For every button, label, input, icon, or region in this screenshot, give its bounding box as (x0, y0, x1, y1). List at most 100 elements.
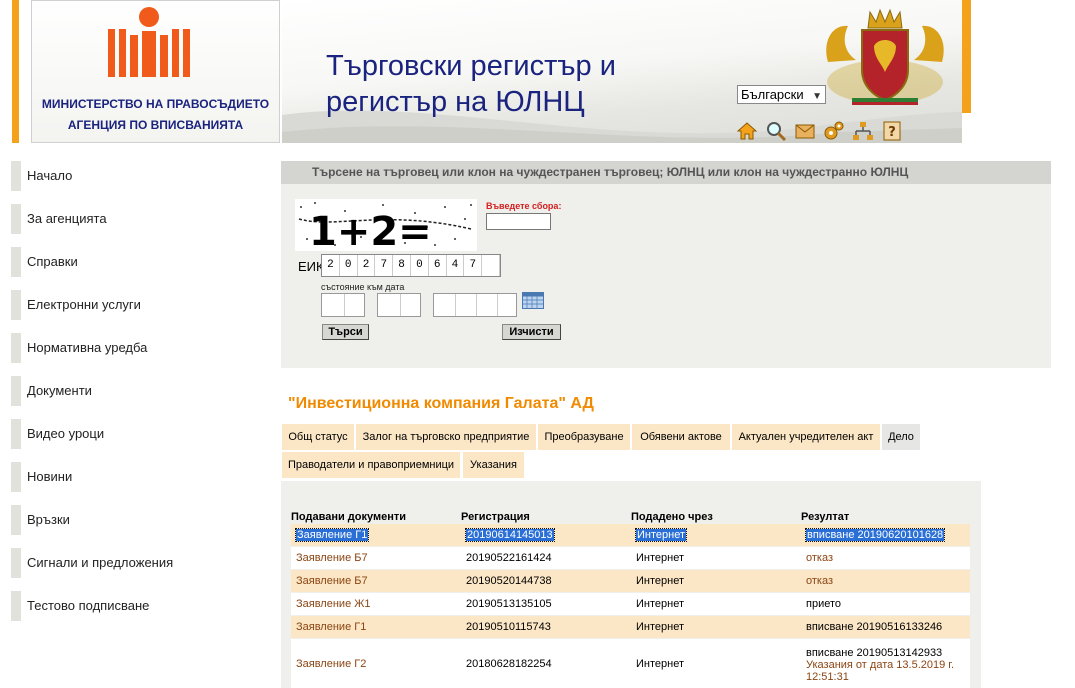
table-row: Заявление Г1 20190510115743 Интернет впи… (291, 616, 970, 638)
sidebar-item-legislation[interactable]: Нормативна уредба (11, 327, 271, 370)
document-link[interactable]: Заявление Г2 (296, 639, 366, 688)
submitted-via: Интернет (636, 552, 684, 564)
tab-general-status[interactable]: Общ статус (282, 424, 354, 450)
eik-input[interactable]: 2 0 2 7 8 0 6 4 7 (321, 254, 501, 277)
eik-digit: 0 (340, 255, 358, 276)
calendar-icon[interactable] (522, 292, 544, 309)
document-link[interactable]: Заявление Г1 (294, 528, 370, 542)
sidebar-item-label: За агенцията (27, 211, 107, 226)
tab-case[interactable]: Дело (882, 424, 920, 450)
column-header-submitted-via: Подадено чрез (631, 511, 713, 523)
tab-pledge[interactable]: Залог на търговско предприятие (356, 424, 536, 450)
svg-text:?: ? (888, 125, 896, 140)
org-name-agency: АГЕНЦИЯ ПО ВПИСВАНИЯТА (67, 118, 244, 132)
column-header-documents: Подавани документи (291, 511, 407, 523)
sidebar-item-marker (11, 161, 21, 191)
mail-icon[interactable] (794, 120, 816, 142)
date-month-input[interactable] (377, 293, 421, 317)
tab-instructions[interactable]: Указания (463, 452, 524, 478)
sidebar-item-marker (11, 505, 21, 535)
sidebar-item-label: Новини (27, 469, 73, 484)
result-multiline: вписване 20190513142933 Указания от дата… (806, 645, 954, 683)
tab-transformation[interactable]: Преобразуване (538, 424, 630, 450)
org-name-ministry: МИНИСТЕРСТВО НА ПРАВОСЪДИЕТО (41, 97, 270, 111)
date-year-input[interactable] (433, 293, 517, 317)
sidebar-item-about[interactable]: За агенцията (11, 198, 271, 241)
settings-icon[interactable] (823, 120, 845, 142)
chevron-down-icon: ▼ (812, 91, 822, 102)
sidebar-item-marker (11, 204, 21, 234)
sitemap-icon[interactable] (852, 120, 874, 142)
sidebar-item-label: Нормативна уредба (27, 340, 148, 355)
eik-digit (482, 255, 500, 276)
result-text: вписване 20190516133246 (806, 621, 943, 633)
eik-digit: 8 (393, 255, 411, 276)
result-link[interactable]: вписване 20190620101628 (804, 528, 946, 542)
registration-number: 20190614145013 (465, 528, 555, 542)
instructions-time: 12:51:31 (806, 670, 849, 683)
sidebar-item-reports[interactable]: Справки (11, 241, 271, 284)
sidebar-nav: Начало За агенцията Справки Електронни у… (11, 155, 271, 628)
document-link[interactable]: Заявление Ж1 (296, 593, 371, 615)
sidebar-item-marker (11, 419, 21, 449)
result-link[interactable]: отказ (806, 547, 966, 569)
company-name: "Инвестиционна компания Галата" АД (288, 395, 594, 412)
date-day-input[interactable] (321, 293, 365, 317)
table-row: Заявление Г1 20190614145013 Интернет впи… (291, 524, 970, 546)
document-link[interactable]: Заявление Б7 (296, 547, 368, 569)
tab-articles[interactable]: Актуален учредителен акт (732, 424, 880, 450)
sidebar-item-feedback[interactable]: Сигнали и предложения (11, 542, 271, 585)
tab-predecessors[interactable]: Праводатели и правоприемници (282, 452, 460, 478)
sidebar-item-marker (11, 247, 21, 277)
help-icon[interactable]: ? (881, 120, 903, 142)
result-link[interactable]: отказ (806, 570, 966, 592)
document-link[interactable]: Заявление Б7 (296, 570, 368, 592)
clear-button[interactable]: Изчисти (502, 324, 561, 340)
header-accent-bar-right (962, 0, 971, 113)
coat-of-arms-icon (826, 8, 944, 105)
state-date-label: състояние към дата (321, 282, 405, 292)
sidebar-item-label: Начало (27, 168, 73, 183)
column-header-result: Резултат (801, 511, 850, 523)
captcha-text: 1+2= (309, 209, 432, 251)
sidebar-item-links[interactable]: Връзки (11, 499, 271, 542)
registration-number: 20190510115743 (466, 621, 551, 633)
submitted-via: Интернет (636, 621, 684, 633)
captcha-image: 1+2= (295, 199, 477, 255)
home-icon[interactable] (736, 120, 758, 142)
sidebar-item-test-signing[interactable]: Тестово подписване (11, 585, 271, 628)
sidebar-item-label: Документи (27, 383, 92, 398)
document-link[interactable]: Заявление Г1 (296, 616, 366, 638)
table-row: Заявление Б7 20190520144738 Интернет отк… (291, 570, 970, 592)
column-header-registration: Регистрация (461, 511, 530, 523)
sidebar-item-video-lessons[interactable]: Видео уроци (11, 413, 271, 456)
sidebar-item-label: Справки (27, 254, 78, 269)
sidebar-item-label: Връзки (27, 512, 70, 527)
result-text: прието (806, 598, 842, 610)
language-select[interactable]: Български ▼ (737, 85, 826, 104)
search-heading: Търсене на търговец или клон на чуждестр… (312, 165, 909, 179)
sidebar-item-news[interactable]: Новини (11, 456, 271, 499)
table-row: Заявление Б7 20190522161424 Интернет отк… (291, 547, 970, 569)
captcha-input[interactable] (486, 213, 551, 230)
tab-announced-acts[interactable]: Обявени актове (632, 424, 730, 450)
registration-number: 20190520144738 (466, 575, 552, 587)
eik-digit: 4 (447, 255, 465, 276)
registration-number: 20190522161424 (466, 552, 552, 564)
eik-digit: 7 (464, 255, 483, 276)
eik-digit: 2 (322, 255, 340, 276)
submitted-via: Интернет (636, 598, 684, 610)
table-row: Заявление Г2 20180628182254 Интернет впи… (291, 639, 970, 688)
search-button[interactable]: Търси (322, 324, 369, 340)
eik-digit: 6 (429, 255, 447, 276)
sidebar-item-documents[interactable]: Документи (11, 370, 271, 413)
sidebar-item-label: Тестово подписване (27, 598, 150, 613)
language-select-value: Български (741, 87, 804, 102)
result-text: вписване 20190513142933 (806, 646, 943, 659)
agency-logo-block[interactable]: МИНИСТЕРСТВО НА ПРАВОСЪДИЕТО АГЕНЦИЯ ПО … (31, 0, 280, 143)
sidebar-item-home[interactable]: Начало (11, 155, 271, 198)
sidebar-item-label: Сигнали и предложения (27, 555, 174, 570)
search-icon[interactable] (765, 120, 787, 142)
sidebar-item-e-services[interactable]: Електронни услуги (11, 284, 271, 327)
instructions-link[interactable]: Указания от дата 13.5.2019 г. (806, 659, 954, 671)
